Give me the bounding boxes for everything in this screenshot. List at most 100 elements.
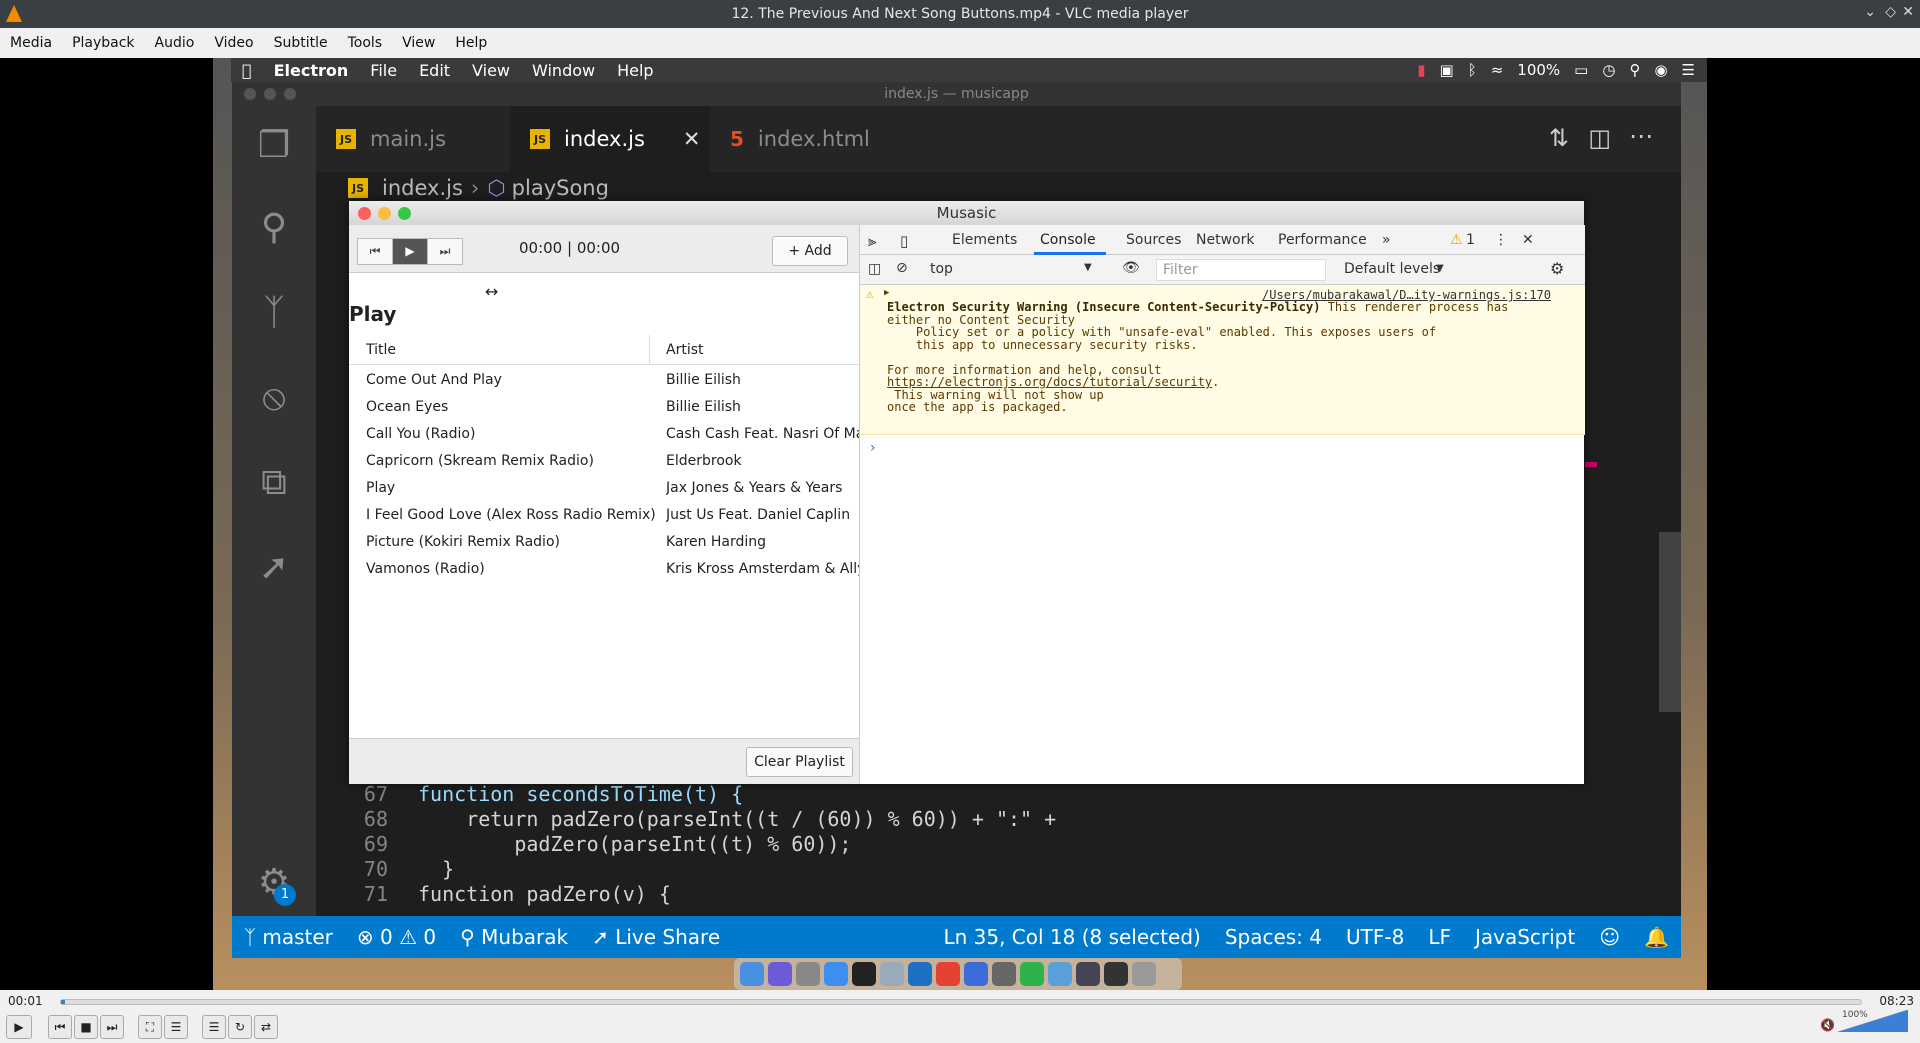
finder-icon[interactable] (740, 962, 764, 986)
levels-dropdown-icon[interactable]: ▼ (1436, 263, 1444, 274)
end-of-line[interactable]: LF (1416, 925, 1463, 949)
tab-console[interactable]: Console (1040, 232, 1096, 248)
language-mode[interactable]: JavaScript (1463, 925, 1587, 949)
rocket-icon[interactable] (796, 962, 820, 986)
play-button[interactable]: ▶ (6, 1015, 32, 1039)
extended-settings-button[interactable]: ☰ (164, 1015, 188, 1039)
terminal-icon[interactable] (852, 962, 876, 986)
maximize-icon[interactable]: ◇ (1885, 4, 1896, 20)
screens-icon[interactable] (1076, 962, 1100, 986)
tab-index-html[interactable]: 5 index.html (710, 106, 900, 172)
video-area[interactable]:  Electron File Edit View Window Help ▮ … (0, 58, 1920, 990)
close-light[interactable] (358, 207, 371, 220)
filter-input[interactable]: Filter (1156, 259, 1326, 281)
mac-menu-help[interactable]: Help (606, 61, 664, 80)
search-icon[interactable]: ⚲ (252, 206, 296, 250)
context-dropdown-icon[interactable]: ▼ (1084, 262, 1092, 273)
device-toolbar-icon[interactable]: ▯ (900, 232, 908, 250)
clear-playlist-button[interactable]: Clear Playlist (746, 747, 853, 777)
column-artist[interactable]: Artist (666, 342, 704, 358)
tab-network[interactable]: Network (1196, 232, 1254, 248)
cursor-app-icon[interactable] (1020, 962, 1044, 986)
indentation[interactable]: Spaces: 4 (1213, 925, 1334, 949)
minimap[interactable] (1577, 172, 1681, 916)
tab-performance[interactable]: Performance (1278, 232, 1367, 248)
encoding[interactable]: UTF-8 (1334, 925, 1416, 949)
close-light[interactable] (244, 88, 256, 100)
shuffle-button[interactable]: ⇄ (254, 1015, 278, 1039)
playlist-row[interactable]: Call You (Radio) Cash Cash Feat. Nasri Of… (349, 420, 859, 447)
log-levels-select[interactable]: Default levels (1344, 261, 1440, 277)
playlist-row[interactable]: I Feel Good Love (Alex Ross Radio Remix)… (349, 501, 859, 528)
notifications-icon[interactable]: 🔔 (1632, 925, 1681, 949)
add-button[interactable]: + Add (772, 236, 848, 266)
breadcrumb-symbol[interactable]: playSong (512, 176, 609, 200)
trash-icon[interactable] (1132, 962, 1156, 986)
user-item[interactable]: ⚲ Mubarak (448, 925, 580, 949)
launchpad-icon[interactable] (768, 962, 792, 986)
playlist-row[interactable]: Picture (Kokiri Remix Radio) Karen Hardin… (349, 528, 859, 555)
minimize-light[interactable] (264, 88, 276, 100)
mac-menu-view[interactable]: View (461, 61, 521, 80)
menu-audio[interactable]: Audio (145, 35, 205, 51)
cursor-position[interactable]: Ln 35, Col 18 (8 selected) (931, 925, 1212, 949)
mac-app-name[interactable]: Electron (263, 61, 360, 80)
source-control-icon[interactable]: ᛉ (252, 291, 296, 335)
inspect-icon[interactable]: ⫸ (868, 232, 876, 250)
menu-view[interactable]: View (392, 35, 445, 51)
display-app-icon[interactable] (1104, 962, 1128, 986)
column-title[interactable]: Title (366, 342, 396, 358)
more-actions-icon[interactable]: ⋯ (1629, 122, 1653, 150)
eye-icon[interactable]: 👁 (1122, 260, 1140, 276)
next-button[interactable]: ⏭ (427, 238, 463, 265)
menu-tools[interactable]: Tools (338, 35, 393, 51)
previous-button[interactable]: ⏮ (357, 238, 393, 265)
menu-video[interactable]: Video (204, 35, 263, 51)
close-icon[interactable]: ✕ (1902, 4, 1914, 20)
scrollbar-thumb[interactable] (1659, 532, 1681, 712)
menu-media[interactable]: Media (0, 35, 62, 51)
vscode-icon[interactable] (908, 962, 932, 986)
context-select[interactable]: top (930, 261, 953, 277)
more-tabs-icon[interactable]: » (1382, 232, 1391, 248)
expand-triangle-icon[interactable]: ▶ (884, 288, 889, 298)
play-button[interactable]: ▶ (392, 238, 428, 265)
menu-playback[interactable]: Playback (62, 35, 144, 51)
branch-item[interactable]: ᛉ master (232, 925, 345, 949)
warning-count[interactable]: 1 (1466, 232, 1475, 248)
app-icon[interactable] (880, 962, 904, 986)
next-button[interactable]: ⏭ (100, 1015, 124, 1039)
playlist-row[interactable]: Play Jax Jones & Years & Years (349, 474, 859, 501)
previous-button[interactable]: ⏮ (48, 1015, 72, 1039)
electron-icon[interactable] (992, 962, 1016, 986)
tab-close-icon[interactable]: ✕ (683, 127, 701, 151)
zoom-light[interactable] (398, 207, 411, 220)
split-editor-icon[interactable]: ◫ (1588, 124, 1611, 152)
loop-button[interactable]: ↻ (228, 1015, 252, 1039)
breadcrumb-file[interactable]: index.js (382, 176, 463, 200)
menu-help[interactable]: Help (445, 35, 497, 51)
minimize-icon[interactable]: ⌄ (1864, 4, 1876, 20)
close-devtools-icon[interactable]: ✕ (1522, 232, 1534, 248)
explorer-icon[interactable]: ❐ (252, 124, 296, 168)
safari-icon[interactable] (824, 962, 848, 986)
playlist-row[interactable]: Capricorn (Skream Remix Radio) Elderbrook (349, 447, 859, 474)
seek-bar[interactable] (60, 999, 1862, 1005)
tab-index-js[interactable]: JS index.js ✕ (510, 106, 710, 172)
sidebar-toggle-icon[interactable]: ◫ (868, 261, 881, 277)
apple-icon[interactable]:  (231, 61, 263, 80)
feedback-icon[interactable]: ☺ (1587, 925, 1632, 949)
console-prompt[interactable]: › (870, 440, 876, 456)
compare-icon[interactable]: ⇅ (1549, 124, 1569, 152)
warning-icon[interactable]: ⚠ (1450, 232, 1463, 248)
mute-icon[interactable]: 🔇 (1820, 1018, 1835, 1032)
tab-main-js[interactable]: JS main.js (316, 106, 510, 172)
menu-subtitle[interactable]: Subtitle (264, 35, 338, 51)
playlist-row[interactable]: Come Out And Play Billie Eilish (349, 366, 859, 393)
playlist-row[interactable]: Ocean Eyes Billie Eilish (349, 393, 859, 420)
mac-menu-file[interactable]: File (359, 61, 408, 80)
live-share-item[interactable]: ➚ Live Share (580, 925, 732, 949)
extensions-icon[interactable]: ⧉ (252, 461, 296, 505)
code-editor[interactable]: 67 function secondsToTime(t) { 68 return … (316, 782, 1681, 916)
live-share-icon[interactable]: ➚ (252, 546, 296, 590)
